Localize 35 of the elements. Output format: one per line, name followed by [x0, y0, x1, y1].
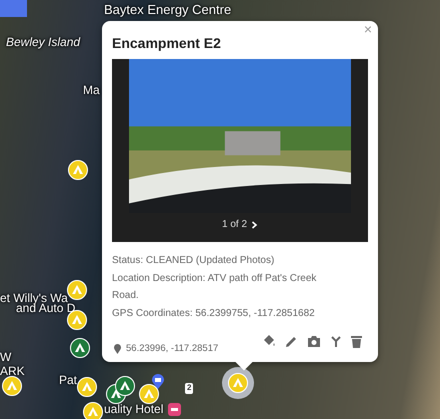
map-label: et Willy's Wa: [0, 292, 68, 305]
detail-text: Location Description: ATV path off Pat's Creek Road.: [112, 272, 318, 303]
map-label: W: [0, 351, 12, 364]
camp-marker-icon[interactable]: [70, 338, 90, 358]
map-label: 2: [185, 383, 194, 394]
paint-bucket-icon[interactable]: [262, 334, 276, 348]
popup-title: Encampment E2: [112, 35, 222, 51]
camp-marker-icon[interactable]: [228, 373, 248, 393]
map-label: Baytex Energy Centre: [104, 3, 232, 18]
map-label: Ma: [83, 84, 100, 98]
camp-marker-icon[interactable]: [83, 402, 103, 419]
camp-marker-icon[interactable]: [67, 280, 87, 300]
map-label: ARK: [0, 365, 25, 378]
camp-marker-icon[interactable]: [139, 384, 159, 404]
fork-icon[interactable]: [330, 334, 342, 348]
camp-marker-icon[interactable]: [77, 377, 97, 397]
next-icon[interactable]: [251, 220, 258, 228]
camera-icon[interactable]: [307, 334, 321, 348]
map-label: uality Hotel: [104, 403, 164, 416]
detail-text: GPS Coordinates: 56.2399755, -117.2851682: [112, 306, 316, 320]
pencil-icon[interactable]: [285, 334, 298, 348]
location-coordinates: 56.23996, -117.28517: [126, 343, 218, 354]
trash-icon[interactable]: [351, 334, 362, 348]
camp-marker-icon[interactable]: [115, 376, 135, 396]
map-label: Bewley Island: [6, 36, 80, 50]
camp-marker-icon[interactable]: [68, 160, 88, 180]
map-label: Pat: [59, 374, 78, 388]
camp-marker-icon[interactable]: [67, 310, 87, 330]
photo-counter: 1 of 2: [222, 219, 248, 230]
hotel-icon: [168, 403, 181, 416]
map-label: and Auto D: [16, 302, 76, 316]
detail-text: Status: CLEANED (Updated Photos): [112, 254, 276, 268]
close-button[interactable]: ×: [362, 21, 374, 37]
camp-marker-icon[interactable]: [2, 376, 22, 396]
location-pin-icon: [114, 344, 121, 354]
